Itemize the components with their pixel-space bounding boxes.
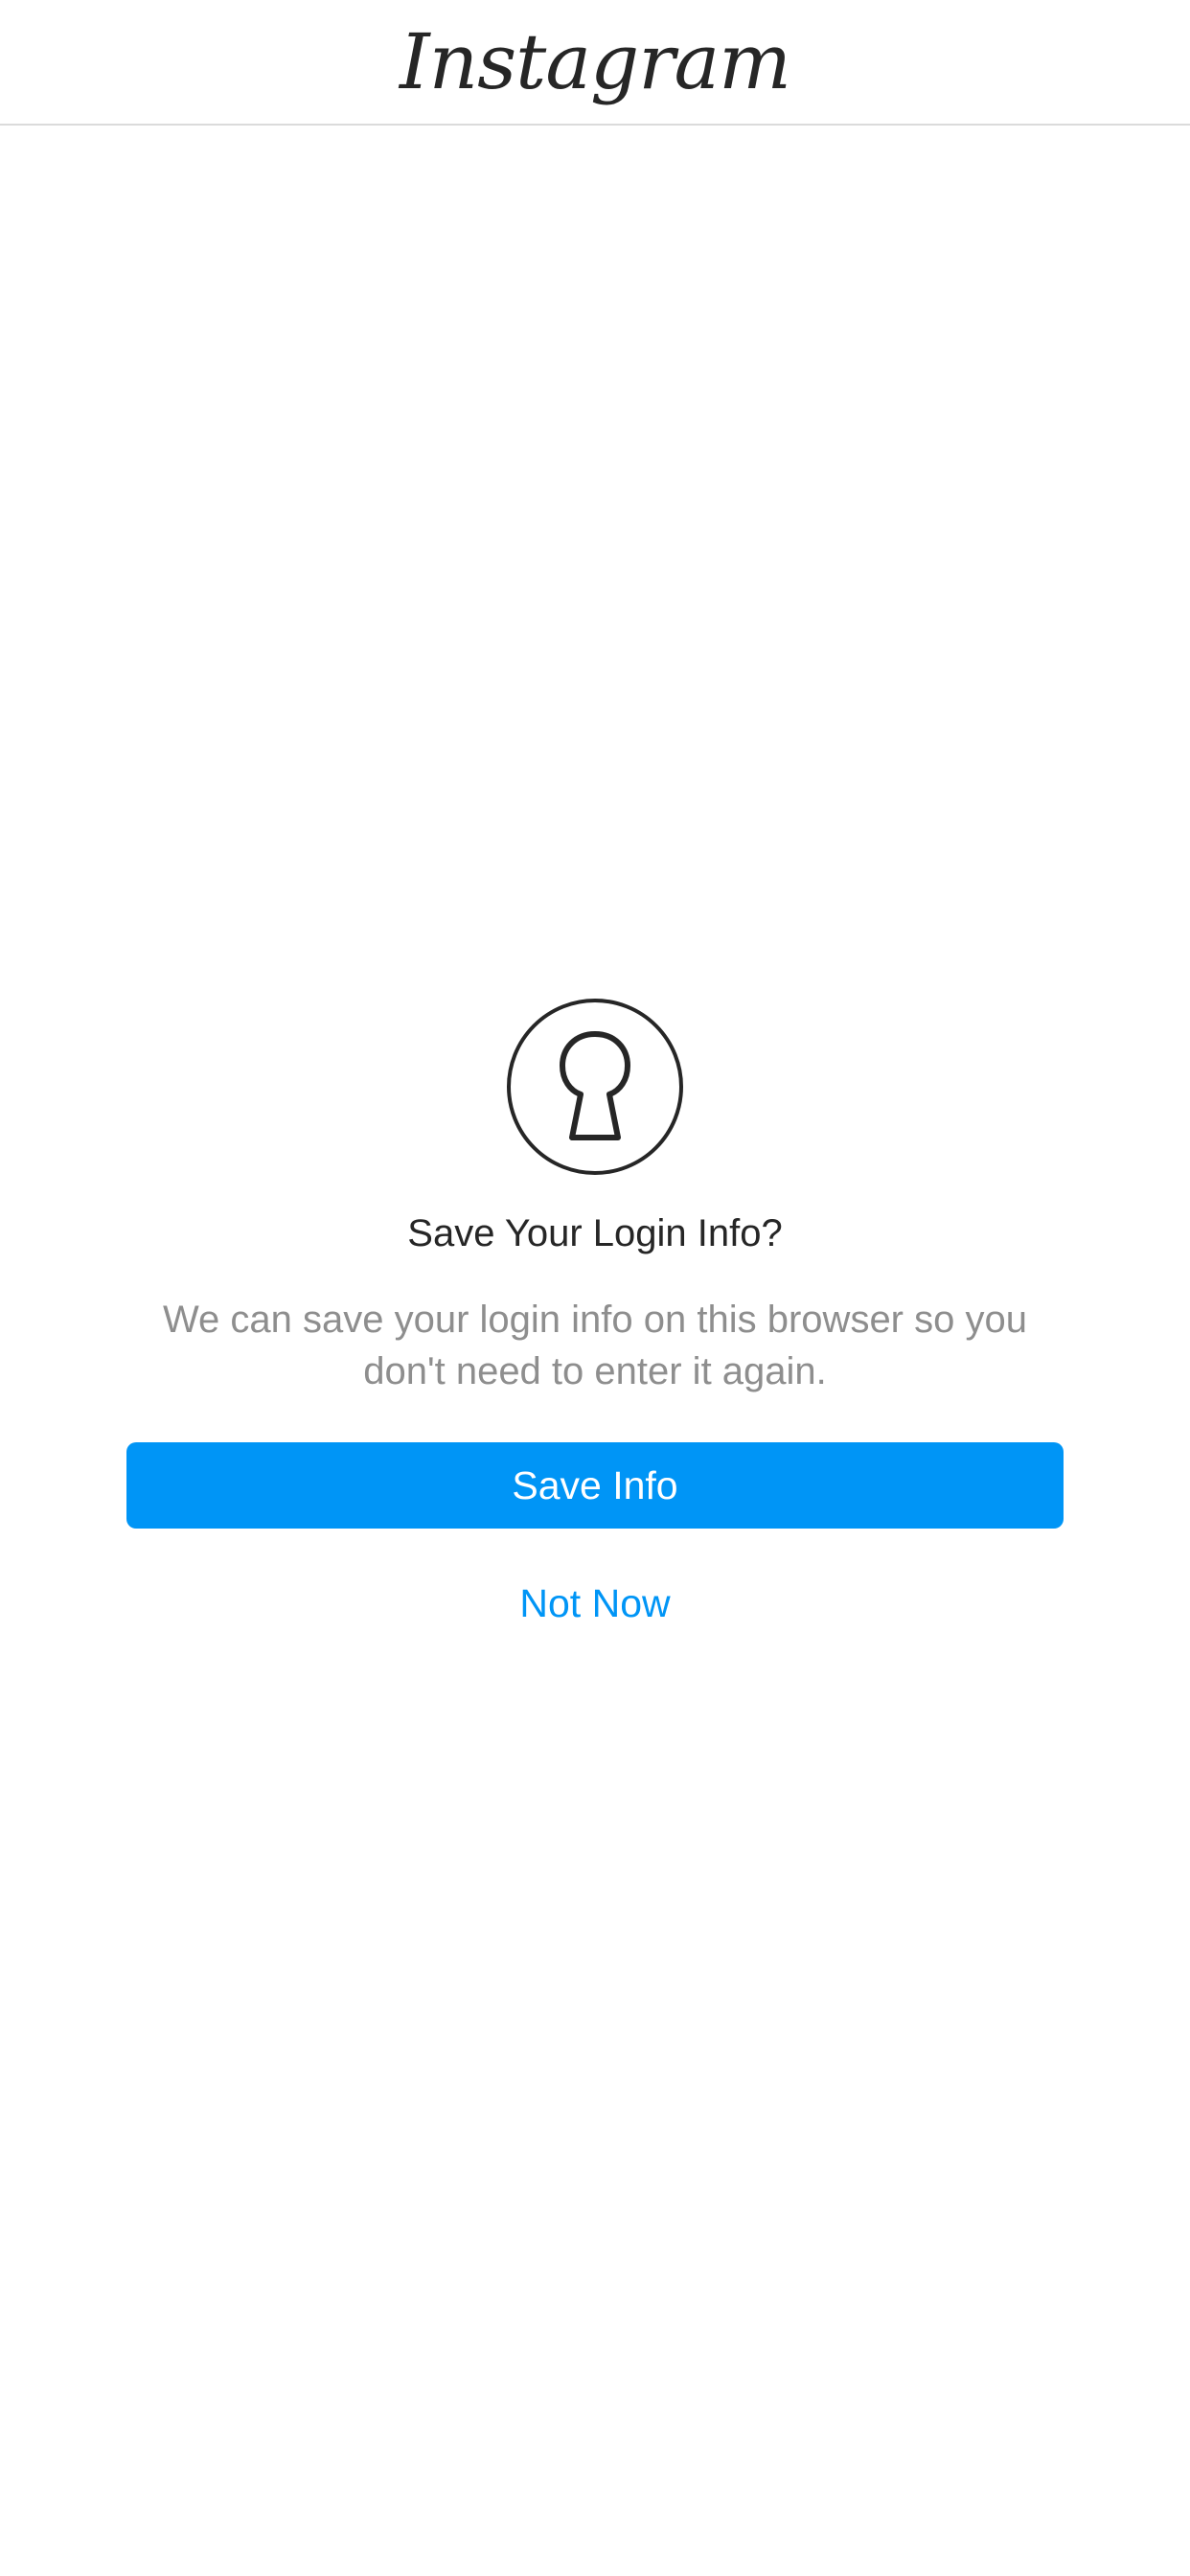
dialog-description: We can save your login info on this brow… xyxy=(163,1299,1027,1392)
instagram-logo[interactable]: Instagram xyxy=(0,10,1190,115)
top-bar: Instagram xyxy=(0,0,1190,126)
save-info-button[interactable]: Save Info xyxy=(126,1442,1064,1529)
not-now-button[interactable]: Not Now xyxy=(0,1576,1190,1630)
dialog-title: Save Your Login Info? xyxy=(407,1212,783,1254)
keyhole-lock-icon xyxy=(507,999,683,1175)
